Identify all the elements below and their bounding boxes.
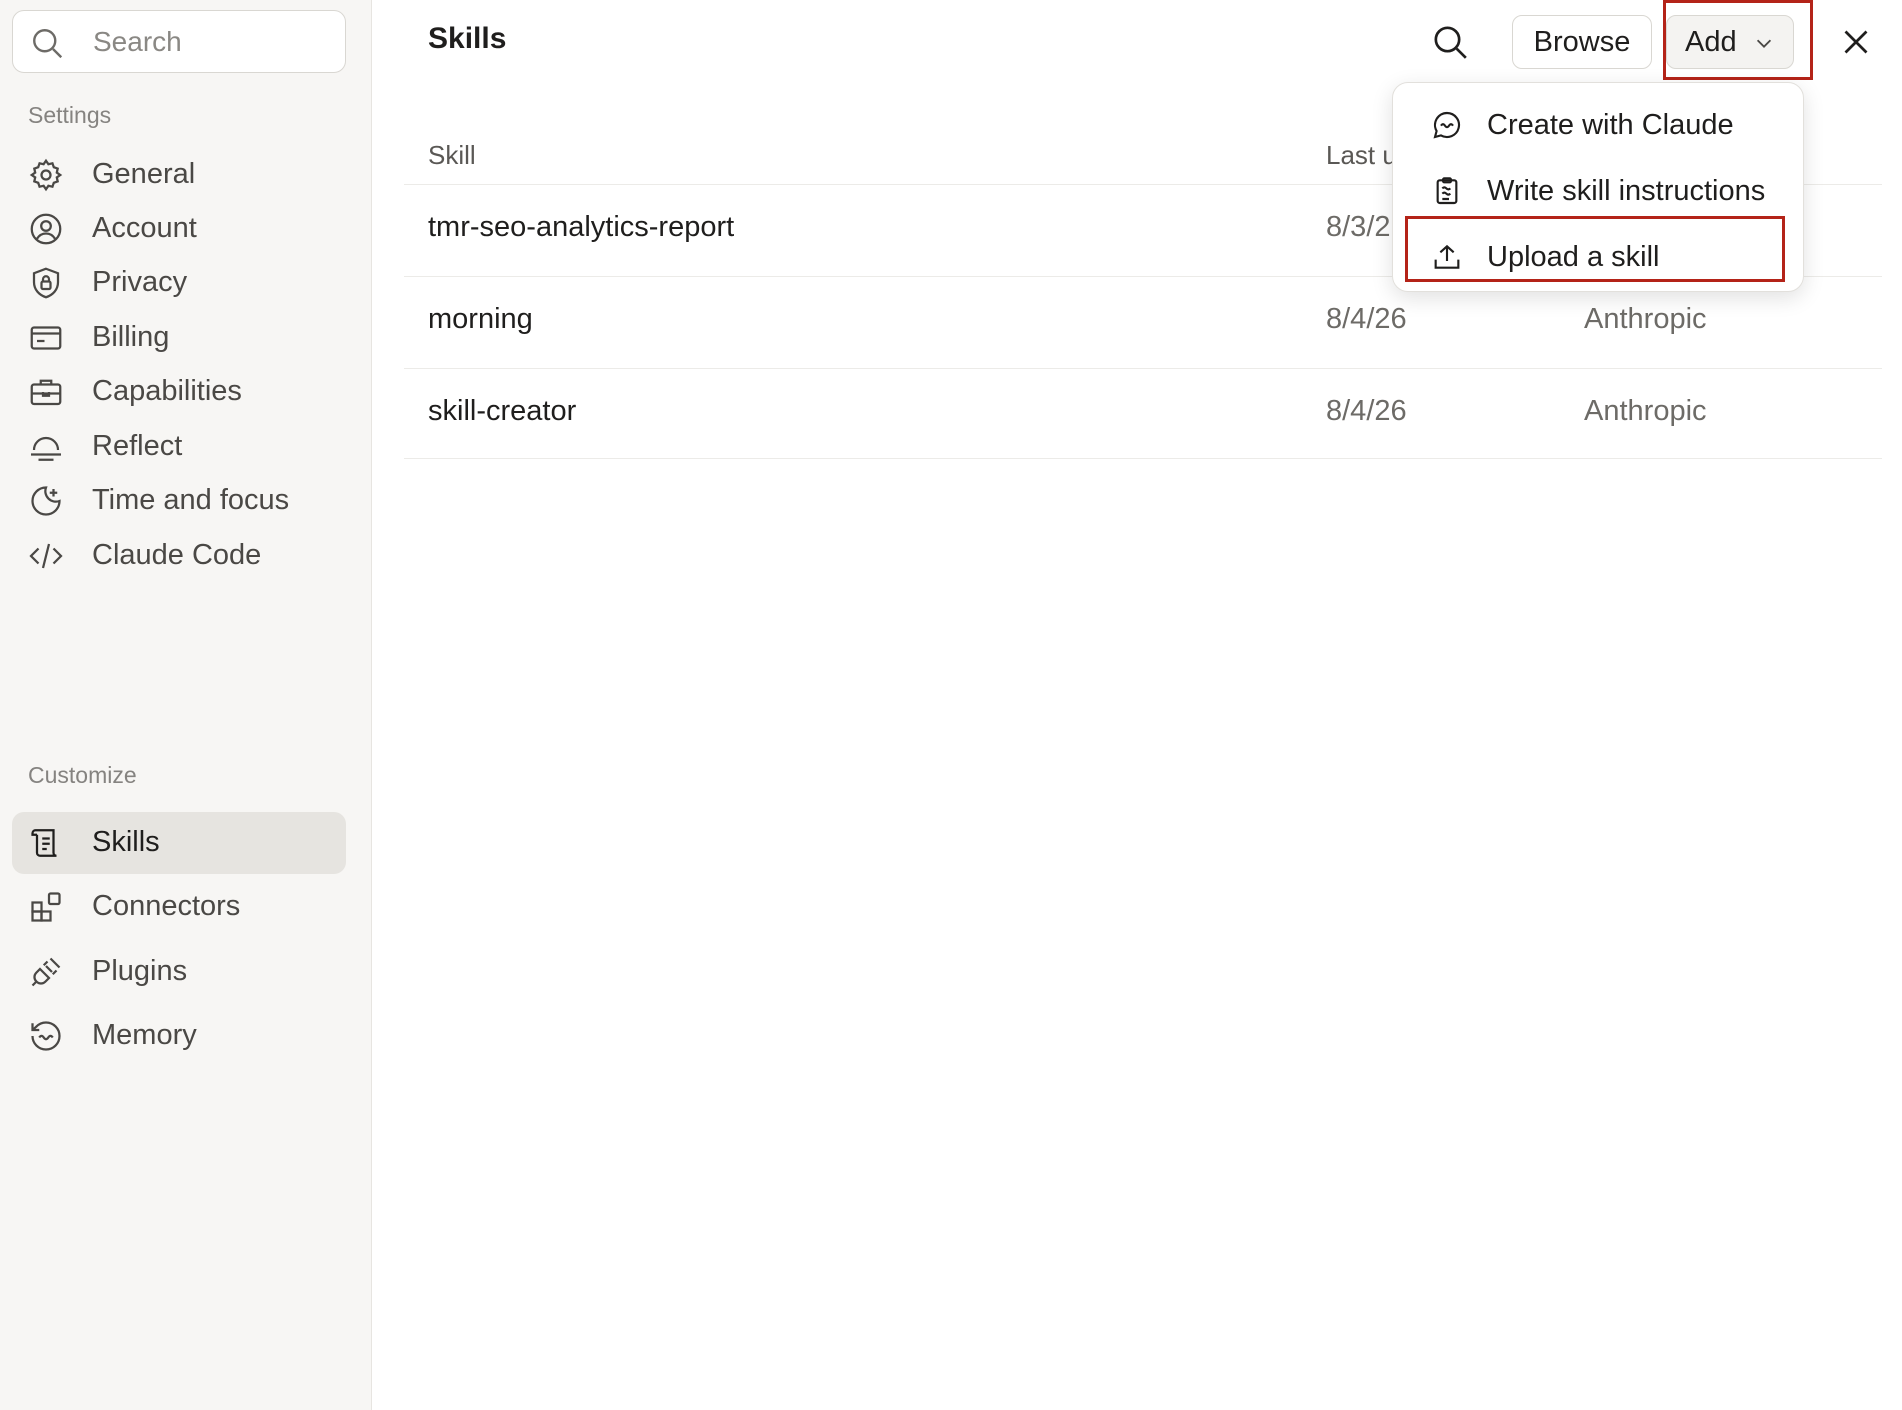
sidebar-item-label: Plugins	[92, 955, 188, 987]
sidebar-item-label: Connectors	[92, 890, 241, 922]
skill-owner: Anthropic	[1584, 395, 1707, 427]
sidebar-item-capabilities[interactable]: Capabilities	[12, 361, 346, 423]
chevron-down-icon	[1753, 32, 1775, 54]
plug-icon	[28, 954, 64, 990]
sidebar-item-reflect[interactable]: Reflect	[12, 416, 346, 478]
sidebar-item-billing[interactable]: Billing	[12, 307, 346, 369]
app-window: Settings General Account Privacy Billing	[0, 0, 1902, 1410]
sidebar-item-label: Account	[92, 212, 197, 244]
sidebar-item-label: Capabilities	[92, 375, 242, 407]
sidebar-item-label: General	[92, 158, 196, 190]
clipboard-icon	[1431, 175, 1463, 207]
skill-last-used: 8/4/26	[1326, 395, 1407, 427]
browse-button-label: Browse	[1533, 25, 1631, 58]
moon-sparkle-icon	[28, 483, 64, 519]
settings-section-label: Settings	[28, 102, 112, 128]
customize-section-label: Customize	[28, 762, 137, 788]
sidebar-item-skills[interactable]: Skills	[12, 812, 346, 874]
skill-name: morning	[428, 303, 533, 335]
upload-icon	[1431, 241, 1463, 273]
skill-name: tmr-seo-analytics-report	[428, 211, 735, 243]
table-row[interactable]: skill-creator 8/4/26 Anthropic	[404, 368, 1882, 458]
sidebar-search[interactable]	[12, 10, 346, 73]
sidebar-item-account[interactable]: Account	[12, 198, 346, 260]
table-divider	[404, 458, 1882, 459]
skill-name: skill-creator	[428, 395, 577, 427]
sidebar-item-label: Skills	[92, 826, 160, 858]
user-circle-icon	[28, 211, 64, 247]
skill-last-used: 8/3/2	[1326, 211, 1391, 243]
credit-card-icon	[28, 320, 64, 356]
skill-owner: Anthropic	[1584, 303, 1707, 335]
column-header-skill: Skill	[428, 140, 476, 170]
page-title: Skills	[428, 22, 507, 55]
browse-button[interactable]: Browse	[1512, 15, 1652, 69]
briefcase-icon	[28, 374, 64, 410]
menu-item-write-skill-instructions[interactable]: Write skill instructions	[1401, 163, 1797, 219]
horizon-icon	[28, 429, 64, 465]
add-button[interactable]: Add	[1666, 15, 1794, 69]
code-brackets-icon	[28, 538, 64, 574]
column-header-last-used: Last u	[1326, 140, 1397, 170]
sidebar-item-general[interactable]: General	[12, 144, 346, 206]
menu-item-label: Write skill instructions	[1487, 175, 1766, 207]
menu-item-label: Create with Claude	[1487, 109, 1734, 141]
sidebar-item-label: Privacy	[92, 266, 188, 298]
add-button-label: Add	[1685, 25, 1737, 58]
sidebar-item-plugins[interactable]: Plugins	[12, 941, 346, 1003]
search-icon	[29, 25, 65, 61]
sidebar-item-connectors[interactable]: Connectors	[12, 876, 346, 938]
search-icon[interactable]	[1430, 22, 1470, 62]
sidebar-item-label: Memory	[92, 1019, 197, 1051]
menu-item-create-with-claude[interactable]: Create with Claude	[1401, 97, 1797, 153]
gear-icon	[28, 157, 64, 193]
search-input[interactable]	[93, 23, 333, 61]
sidebar-item-privacy[interactable]: Privacy	[12, 252, 346, 314]
skill-last-used: 8/4/26	[1326, 303, 1407, 335]
sidebar-item-label: Claude Code	[92, 539, 262, 571]
shield-lock-icon	[28, 265, 64, 301]
sidebar: Settings General Account Privacy Billing	[0, 0, 372, 1410]
menu-item-upload-a-skill[interactable]: Upload a skill	[1401, 229, 1797, 285]
memory-icon	[28, 1018, 64, 1054]
close-icon[interactable]	[1838, 24, 1874, 60]
menu-item-label: Upload a skill	[1487, 241, 1660, 273]
blocks-icon	[28, 889, 64, 925]
sidebar-item-claude-code[interactable]: Claude Code	[12, 525, 346, 587]
chat-bubble-icon	[1431, 109, 1463, 141]
sidebar-item-label: Reflect	[92, 430, 183, 462]
scroll-icon	[28, 825, 64, 861]
sidebar-item-memory[interactable]: Memory	[12, 1005, 346, 1067]
sidebar-item-label: Billing	[92, 321, 170, 353]
sidebar-item-time-and-focus[interactable]: Time and focus	[12, 470, 346, 532]
add-dropdown-menu: Create with Claude Write skill instructi…	[1392, 82, 1804, 292]
sidebar-item-label: Time and focus	[92, 484, 290, 516]
